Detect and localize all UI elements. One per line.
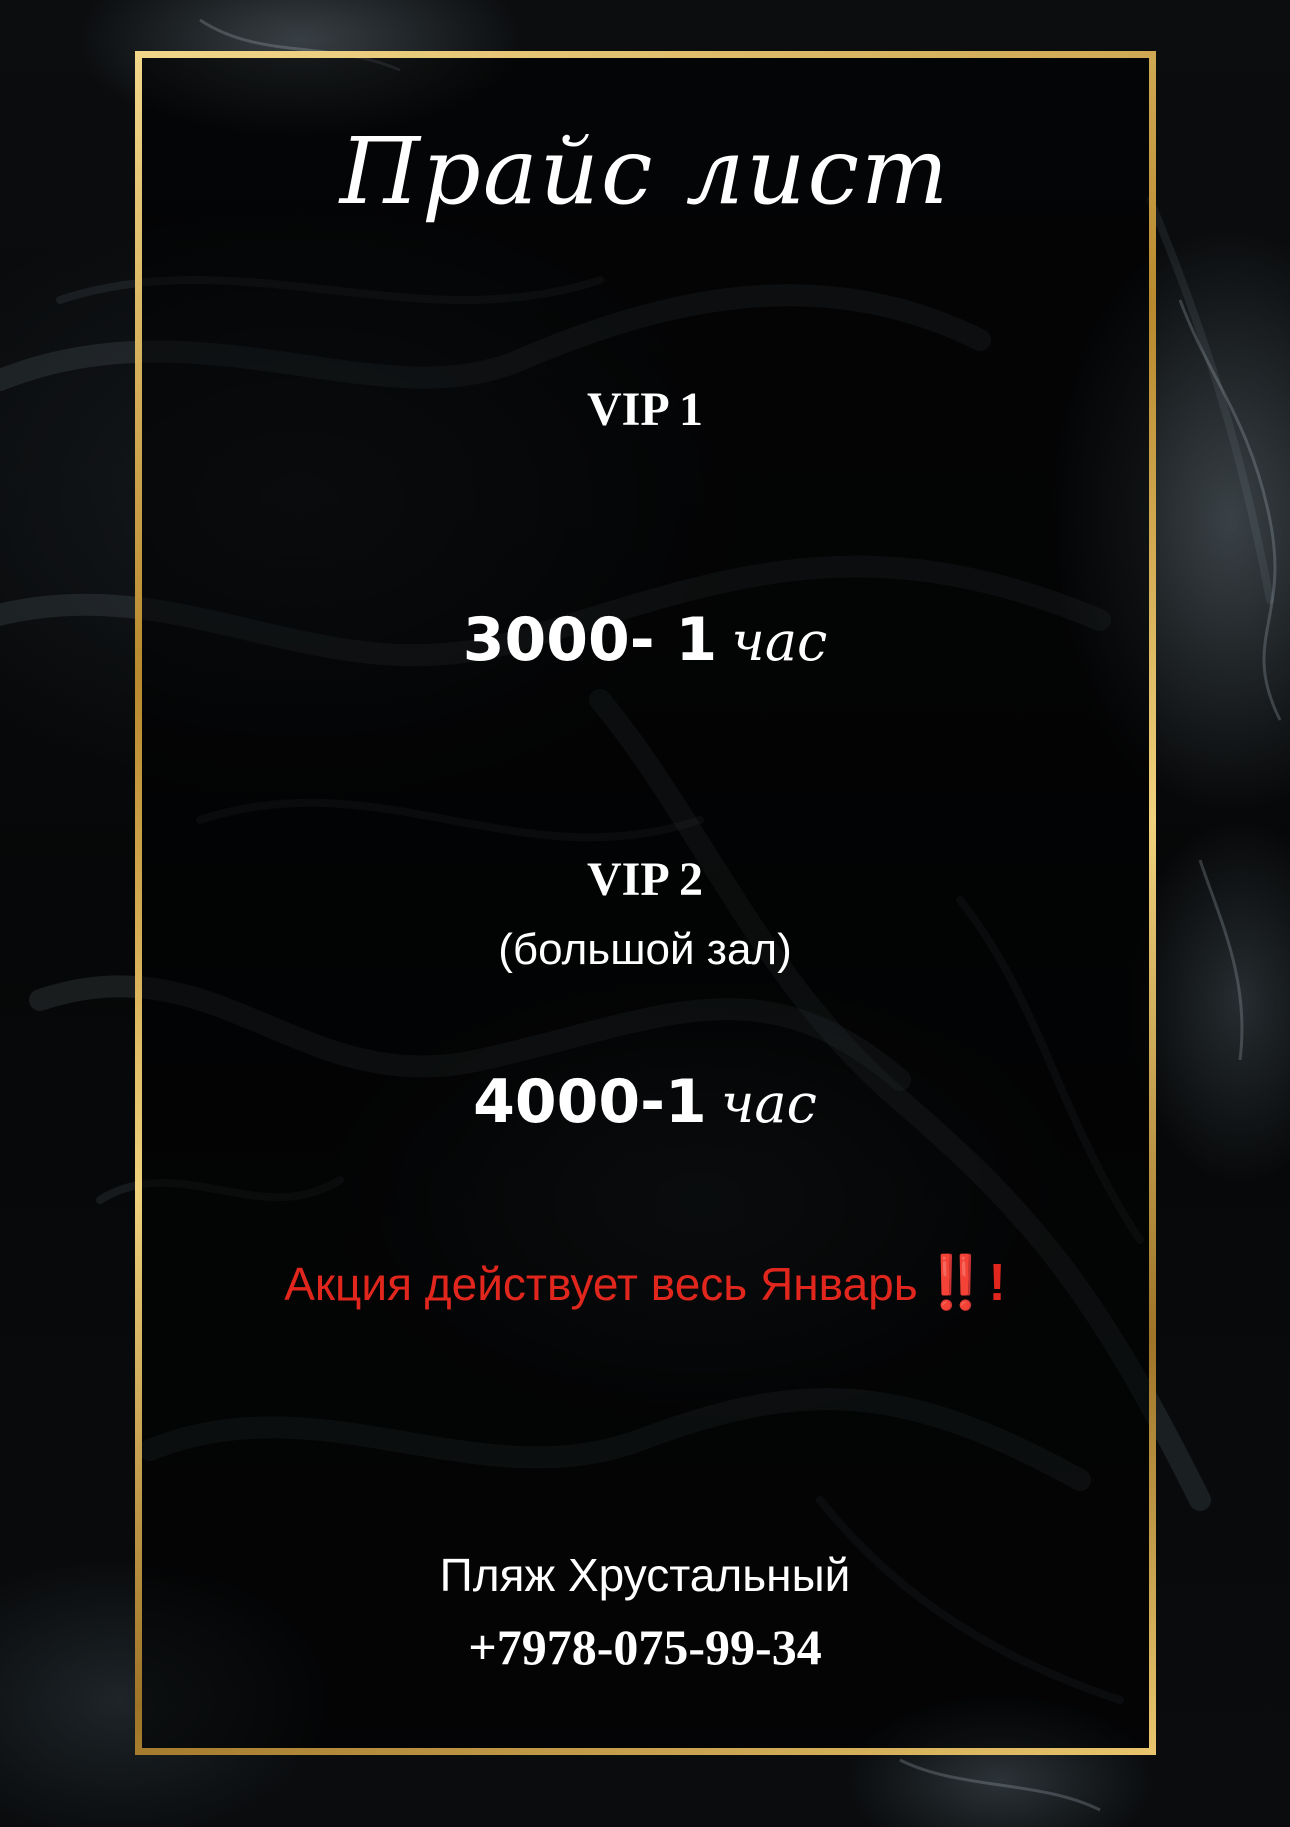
promo-text: Акция действует весь Январь (284, 1258, 918, 1310)
vip2-subtitle: (большой зал) (498, 925, 792, 974)
location-name: Пляж Хрустальный (439, 1549, 851, 1601)
promo-line: Акция действует весь Январь ‼️! (0, 1252, 1290, 1313)
vip2-price: 4000-1 (473, 1067, 707, 1137)
exclamation-icon: ‼️! (923, 1254, 1006, 1312)
poster-content: Прайс лист VIP 1 3000- 1 час VIP 2 (больш… (0, 0, 1290, 1827)
vip2-price-line: 4000-1 час (0, 1067, 1290, 1137)
vip1-label: VIP 1 (586, 383, 703, 436)
poster-title: Прайс лист (339, 118, 951, 225)
vip1-price: 3000- 1 (462, 605, 718, 675)
vip1-price-line: 3000- 1 час (0, 605, 1290, 675)
price-list-poster: Прайс лист VIP 1 3000- 1 час VIP 2 (больш… (0, 0, 1290, 1827)
vip2-unit: час (720, 1072, 817, 1135)
vip2-label: VIP 2 (586, 853, 703, 906)
phone-number: +7978-075-99-34 (468, 1619, 822, 1675)
vip1-unit: час (731, 610, 828, 673)
